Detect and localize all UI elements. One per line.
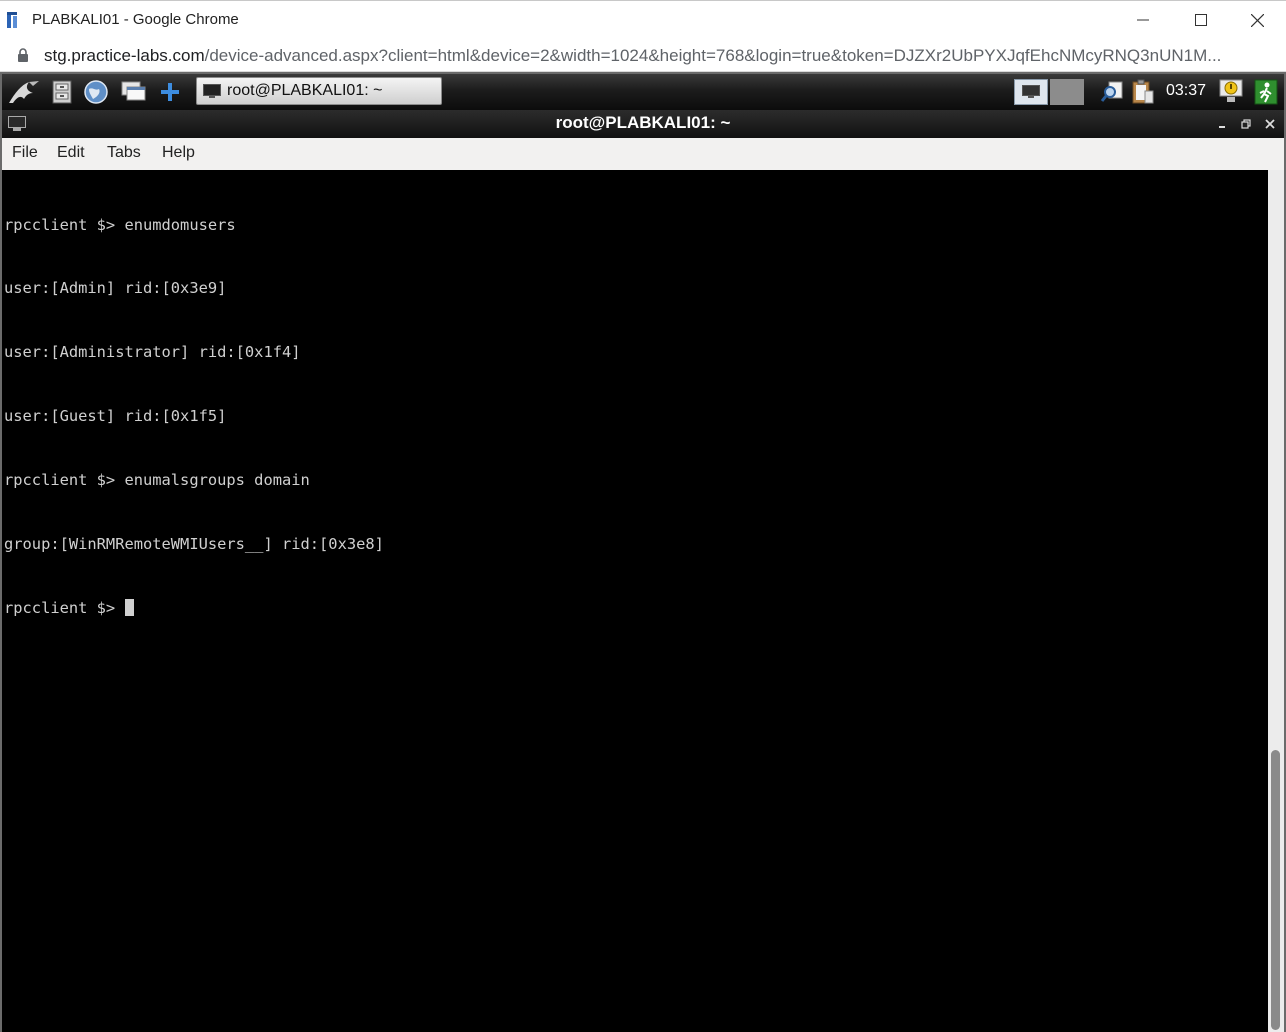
terminal-line: rpcclient $> enumdomusers	[4, 215, 236, 234]
terminal-line: user:[Administrator] rid:[0x1f4]	[4, 343, 301, 362]
maximize-button[interactable]	[1172, 1, 1230, 39]
search-launcher[interactable]	[1098, 78, 1126, 106]
windows-stack-icon	[121, 81, 146, 101]
desktop-panel: root@PLABKALI01: ~ 03:37	[2, 74, 1284, 110]
workspace-1-button[interactable]	[1014, 79, 1048, 105]
menu-edit[interactable]: Edit	[57, 144, 85, 162]
taskbar-terminal-label: root@PLABKALI01: ~	[227, 82, 383, 99]
magnifier-icon	[1100, 81, 1123, 102]
monitor-icon	[1022, 85, 1040, 98]
show-desktop-button[interactable]	[120, 78, 148, 106]
terminal-line: user:[Guest] rid:[0x1f5]	[4, 407, 227, 426]
kali-dragon-icon	[9, 81, 39, 103]
file-cabinet-icon	[52, 80, 72, 104]
lock-screen-icon	[1219, 79, 1243, 102]
terminal-line: group:[WinRMRemoteWMIUsers__] rid:[0x3e8…	[4, 535, 384, 554]
terminal-icon	[203, 84, 221, 98]
url-host: stg.practice-labs.com	[44, 46, 205, 65]
terminal-line: rpcclient $> enumalsgroups domain	[4, 471, 310, 490]
web-browser-launcher[interactable]	[82, 78, 110, 106]
minimize-icon	[1137, 19, 1149, 21]
site-favicon-icon	[7, 12, 17, 28]
browser-title-bar: PLABKALI01 - Google Chrome	[0, 0, 1286, 38]
panel-clock[interactable]: 03:37	[1166, 82, 1206, 100]
browser-window-title: PLABKALI01 - Google Chrome	[32, 11, 239, 28]
url-text[interactable]: stg.practice-labs.com/device-advanced.as…	[44, 46, 1274, 66]
terminal-line: user:[Admin] rid:[0x3e9]	[4, 279, 227, 298]
workspace-2-button[interactable]	[1050, 79, 1084, 105]
restore-icon	[1241, 119, 1251, 129]
scrollbar-thumb[interactable]	[1271, 750, 1280, 1030]
url-path: /device-advanced.aspx?client=html&device…	[204, 46, 1222, 65]
exit-icon	[1254, 79, 1278, 105]
maximize-icon	[1195, 14, 1207, 26]
close-button[interactable]	[1228, 1, 1286, 39]
taskbar-terminal-button[interactable]: root@PLABKALI01: ~	[196, 77, 442, 105]
screen-lock-button[interactable]	[1218, 78, 1246, 106]
terminal-menubar: File Edit Tabs Help	[2, 138, 1284, 170]
minimize-button[interactable]	[1114, 1, 1172, 39]
menu-file[interactable]: File	[12, 144, 38, 162]
terminal-output-area[interactable]: rpcclient $> enumdomusers user:[Admin] r…	[2, 170, 1268, 1032]
terminal-window-titlebar[interactable]: root@PLABKALI01: ~	[2, 110, 1284, 138]
kali-menu-button[interactable]	[6, 78, 42, 106]
lock-icon	[18, 48, 28, 62]
terminal-text: rpcclient $> enumdomusers user:[Admin] r…	[4, 172, 384, 662]
close-icon	[1250, 13, 1264, 27]
logout-button[interactable]	[1252, 78, 1280, 106]
terminal-minimize-button[interactable]	[1214, 116, 1230, 132]
terminal-scrollbar[interactable]	[1268, 170, 1284, 1032]
menu-help[interactable]: Help	[162, 144, 195, 162]
minimize-icon	[1219, 126, 1225, 128]
text-cursor	[125, 598, 135, 616]
terminal-close-button[interactable]	[1262, 116, 1278, 132]
file-manager-launcher[interactable]	[48, 78, 76, 106]
plus-icon	[161, 83, 179, 101]
clipboard-button[interactable]	[1128, 78, 1156, 106]
add-launcher-button[interactable]	[156, 78, 184, 106]
clipboard-icon	[1132, 79, 1154, 104]
globe-icon	[84, 80, 108, 104]
terminal-maximize-button[interactable]	[1238, 116, 1254, 132]
terminal-prompt: rpcclient $>	[4, 598, 125, 617]
address-bar[interactable]: stg.practice-labs.com/device-advanced.as…	[0, 38, 1286, 72]
close-icon	[1265, 119, 1275, 129]
menu-tabs[interactable]: Tabs	[107, 144, 141, 162]
terminal-prompt-line[interactable]: rpcclient $>	[4, 598, 384, 619]
terminal-window-title: root@PLABKALI01: ~	[555, 113, 731, 132]
